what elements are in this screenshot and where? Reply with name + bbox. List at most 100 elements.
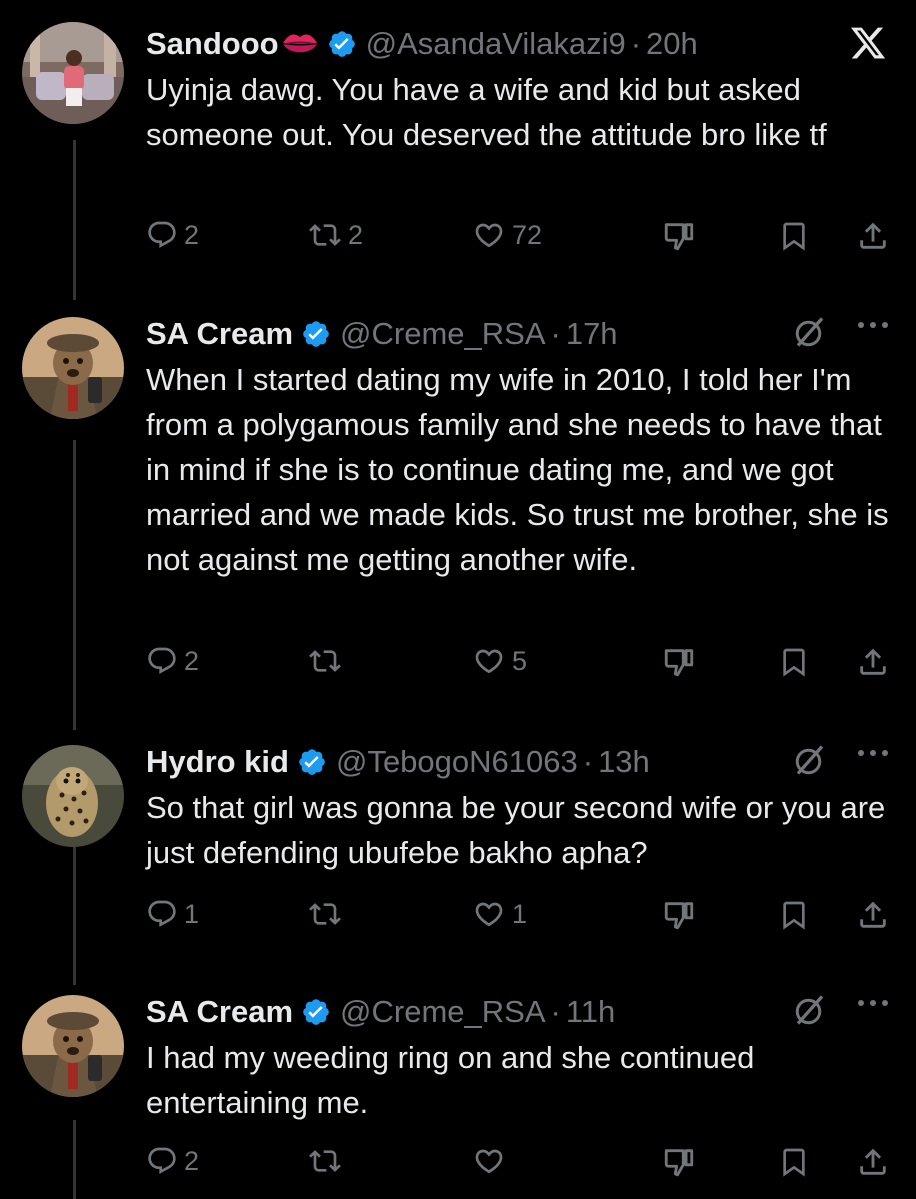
x-logo-icon (848, 24, 888, 62)
verified-badge-icon (301, 319, 331, 349)
share-icon (860, 222, 886, 249)
heart-icon (475, 1149, 503, 1174)
tweet-actions: 2 5 (146, 645, 891, 685)
like-count: 72 (512, 219, 543, 250)
avatar[interactable] (22, 22, 124, 124)
like-count: 5 (512, 645, 528, 676)
author-name[interactable]: SA Cream (146, 994, 293, 1030)
retweet-button[interactable]: 2 (308, 219, 363, 251)
more-options-icon[interactable] (856, 998, 890, 1008)
reply-icon (148, 900, 176, 927)
like-button[interactable]: 5 (472, 645, 527, 677)
reply-button[interactable]: 1 (146, 898, 199, 930)
verified-badge-icon (301, 997, 331, 1027)
grok-icon[interactable] (792, 992, 828, 1028)
share-icon (860, 1148, 886, 1175)
retweet-icon (309, 903, 341, 925)
bookmark-icon (783, 648, 805, 677)
like-button[interactable] (472, 1145, 512, 1177)
bookmark-icon (783, 222, 805, 251)
more-options-icon[interactable] (856, 748, 890, 758)
author-name[interactable]: Sandooo (146, 26, 279, 62)
bookmark-button[interactable] (778, 645, 810, 679)
thumbs-down-icon (664, 649, 694, 677)
thumbs-down-icon (664, 902, 694, 930)
heart-icon (475, 223, 503, 248)
tweet-text: I had my weeding ring on and she continu… (146, 1040, 755, 1120)
tweet-actions: 2 (146, 1145, 891, 1185)
heart-icon (475, 649, 503, 674)
thumbs-down-icon (664, 223, 694, 251)
reply-count: 2 (184, 219, 200, 250)
reply-button[interactable]: 2 (146, 645, 199, 677)
bookmark-button[interactable] (778, 898, 810, 932)
separator-dot: · (550, 994, 561, 1029)
thread-line (73, 1120, 76, 1199)
author-handle[interactable]: @Creme_RSA (340, 316, 545, 352)
retweet-icon (309, 224, 341, 246)
verified-badge-icon (327, 29, 357, 59)
share-button[interactable] (856, 898, 890, 932)
thread-line (73, 140, 76, 300)
dislike-button[interactable] (662, 645, 696, 679)
verified-badge-icon (297, 747, 327, 777)
timestamp[interactable]: 11h (566, 994, 615, 1030)
separator-dot: · (630, 26, 642, 61)
tweet-actions: 2 2 72 (146, 219, 891, 259)
avatar[interactable] (22, 745, 124, 847)
like-button[interactable]: 1 (472, 898, 527, 930)
thumbs-down-icon (664, 1149, 694, 1177)
retweet-button[interactable] (308, 1145, 348, 1177)
dislike-button[interactable] (662, 898, 696, 932)
retweet-button[interactable] (308, 898, 348, 930)
timestamp[interactable]: 20h (646, 26, 698, 62)
author-handle[interactable]: @AsandaVilakazi9 (366, 26, 626, 62)
reply-button[interactable]: 2 (146, 1145, 199, 1177)
thread-line (73, 440, 76, 730)
heart-icon (475, 902, 503, 927)
dislike-button[interactable] (662, 219, 696, 253)
more-options-icon[interactable] (856, 320, 890, 330)
reply-icon (148, 1147, 176, 1174)
grok-icon[interactable] (792, 742, 828, 778)
separator-dot: · (550, 316, 561, 351)
reply-icon (148, 647, 176, 674)
dislike-button[interactable] (662, 1145, 696, 1179)
share-icon (860, 648, 886, 675)
tweet-text: So that girl was gonna be your second wi… (146, 790, 886, 870)
author-name[interactable]: SA Cream (146, 316, 293, 352)
retweet-icon (309, 1150, 341, 1172)
reply-count: 1 (184, 898, 200, 929)
lips-emoji-icon (281, 31, 319, 57)
share-button[interactable] (856, 645, 890, 679)
retweet-button[interactable] (308, 645, 348, 677)
tweet-text: When I started dating my wife in 2010, I… (146, 362, 889, 577)
bookmark-button[interactable] (778, 1145, 810, 1179)
bookmark-icon (783, 1148, 805, 1177)
timestamp[interactable]: 13h (598, 744, 650, 780)
tweet-actions: 1 1 (146, 898, 891, 938)
author-handle[interactable]: @TebogoN61063 (336, 744, 578, 780)
reply-button[interactable]: 2 (146, 219, 199, 251)
retweet-icon (309, 650, 341, 672)
share-icon (860, 901, 886, 928)
avatar[interactable] (22, 995, 124, 1097)
reply-count: 2 (184, 645, 200, 676)
timestamp[interactable]: 17h (566, 316, 618, 352)
share-button[interactable] (856, 1145, 890, 1179)
retweet-count: 2 (348, 219, 364, 250)
like-count: 1 (512, 898, 528, 929)
share-button[interactable] (856, 219, 890, 253)
grok-icon[interactable] (792, 314, 828, 350)
author-name[interactable]: Hydro kid (146, 744, 289, 780)
reply-icon (148, 221, 176, 248)
like-button[interactable]: 72 (472, 219, 542, 251)
author-handle[interactable]: @Creme_RSA (340, 994, 545, 1030)
bookmark-button[interactable] (778, 219, 810, 253)
reply-count: 2 (184, 1145, 200, 1176)
avatar[interactable] (22, 317, 124, 419)
tweet-text: Uyinja dawg. You have a wife and kid but… (146, 72, 827, 152)
separator-dot: · (582, 744, 594, 779)
bookmark-icon (783, 901, 805, 930)
thread-line (73, 845, 76, 985)
